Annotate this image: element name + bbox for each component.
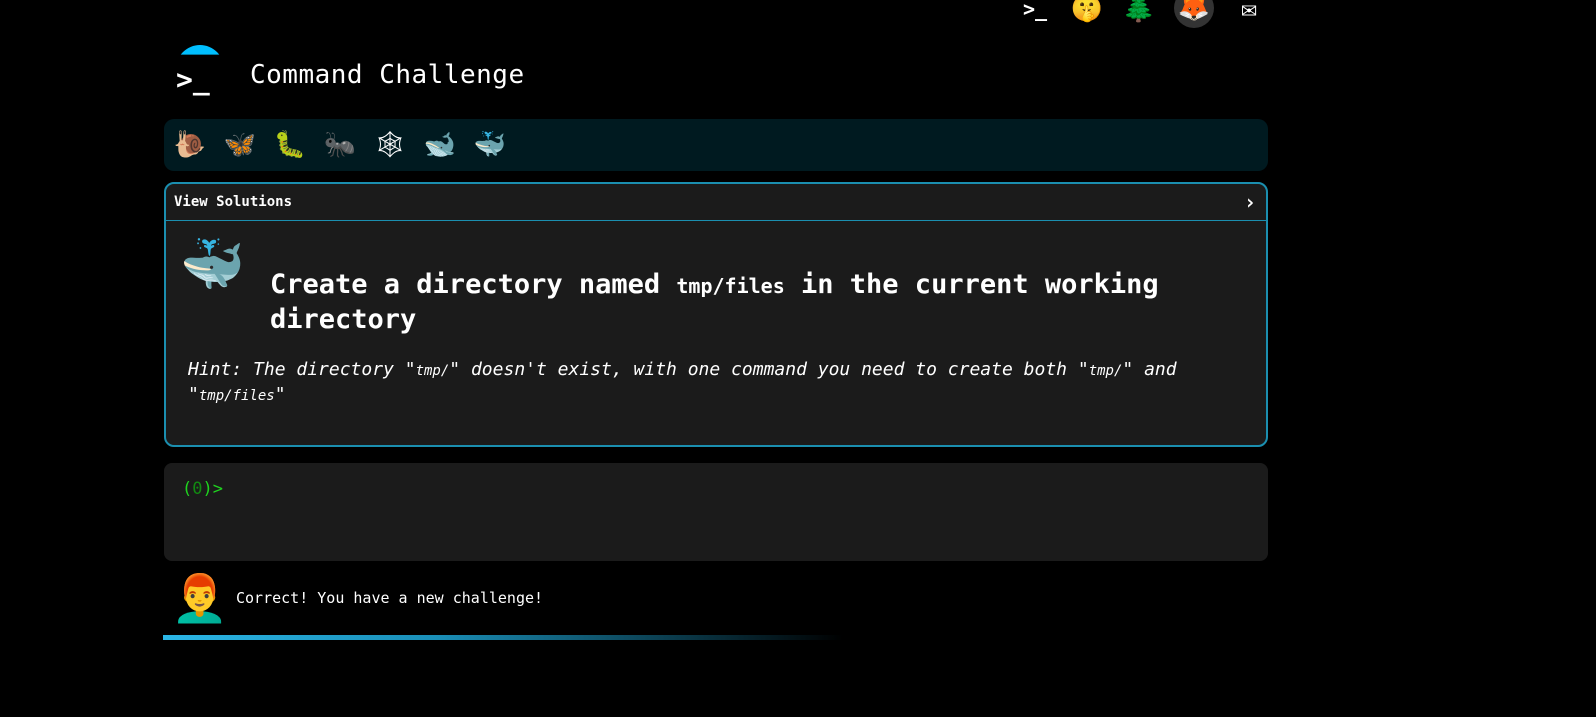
hint-text-1: Hint: The directory " (188, 359, 416, 380)
whale-level-icon[interactable]: 🐋 (422, 127, 458, 163)
prompt-count: 0 (192, 479, 203, 499)
status-text: Correct! You have a new challenge! (236, 589, 544, 607)
terminal-input[interactable]: (0)> (164, 463, 1268, 561)
avatar: 👨‍🦰 (171, 570, 229, 625)
spouting-whale-level-icon[interactable]: 🐳 (472, 127, 508, 163)
hint-text-2: " doesn't exist, with one command you ne… (449, 359, 1089, 380)
caterpillar-level-icon[interactable]: 🐛 (272, 127, 308, 163)
spider-web-level-icon[interactable]: 🕸 (372, 127, 408, 163)
tree-icon[interactable]: 🌲 (1122, 0, 1156, 24)
snail-level-icon[interactable]: 🐌 (172, 127, 208, 163)
challenge-title-text: Create a directory named (270, 269, 677, 300)
page-header: >_ Command Challenge (170, 45, 525, 105)
terminal-icon[interactable]: >_ (1018, 0, 1052, 24)
butterfly-level-icon[interactable]: 🦋 (222, 127, 258, 163)
view-solutions-toggle[interactable]: View Solutions › (166, 184, 1266, 221)
gitlab-icon[interactable]: 🦊 (1174, 0, 1214, 28)
hint-code-2: tmp/ (1088, 363, 1123, 379)
prompt-open: ( (182, 479, 193, 499)
mail-icon[interactable]: ✉ (1232, 0, 1266, 24)
challenge-panel: View Solutions › 🐳 Create a directory na… (164, 182, 1268, 447)
hint-text-4: " (274, 384, 286, 405)
level-bar: 🐌 🦋 🐛 🐜 🕸 🐋 🐳 (164, 119, 1268, 171)
prompt-close: )> (202, 479, 223, 499)
challenge-title-code: tmp/files (676, 274, 785, 298)
challenge-title: Create a directory named tmp/files in th… (270, 268, 1170, 337)
terminal-prompt: (0)> (182, 479, 223, 499)
page-title: Command Challenge (250, 60, 525, 90)
top-nav: >_ 🤫 🌲 🦊 ✉ (1018, 0, 1266, 28)
progress-bar (163, 635, 843, 640)
shush-face-icon[interactable]: 🤫 (1070, 0, 1104, 24)
hint-code-1: tmp/ (415, 363, 450, 379)
ant-level-icon[interactable]: 🐜 (322, 127, 358, 163)
logo[interactable]: >_ (170, 45, 230, 105)
view-solutions-label: View Solutions (174, 194, 293, 210)
chevron-right-icon[interactable]: › (1244, 190, 1256, 214)
status-message: 👨‍🦰 Correct! You have a new challenge! (171, 570, 544, 625)
hint-code-3: tmp/files (198, 388, 275, 404)
logo-prompt-icon: >_ (176, 63, 210, 96)
challenge-hint: Hint: The directory "tmp/" doesn't exist… (188, 358, 1248, 408)
challenge-whale-icon: 🐳 (180, 235, 245, 295)
